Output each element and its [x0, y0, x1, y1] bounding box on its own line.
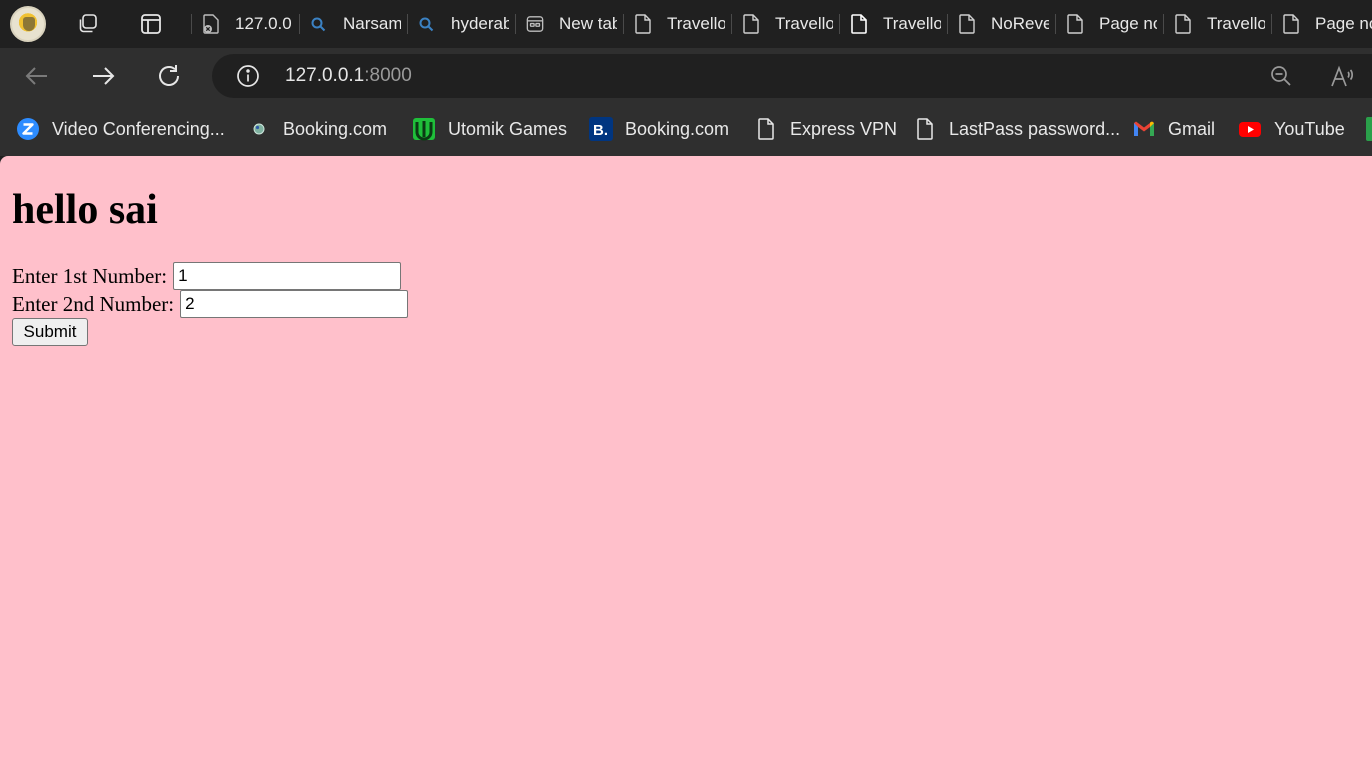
- bookmark-youtube[interactable]: YouTube: [1238, 116, 1345, 142]
- tab-page-not-found-2[interactable]: Page not found: [1271, 6, 1372, 42]
- bookmark-overflow[interactable]: [1366, 116, 1372, 142]
- bookmark-utomik-games[interactable]: Utomik Games: [412, 116, 567, 142]
- submit-button[interactable]: Submit: [12, 318, 88, 346]
- first-number-row: Enter 1st Number:: [12, 262, 402, 290]
- bookmark-gmail[interactable]: Gmail: [1132, 116, 1215, 142]
- refresh-button[interactable]: [155, 62, 183, 90]
- youtube-logo-icon: [1238, 117, 1262, 141]
- gmail-logo-icon: [1132, 117, 1156, 141]
- arrow-right-icon: [93, 67, 115, 85]
- svg-text:B.: B.: [593, 122, 608, 139]
- page-icon: [633, 14, 653, 34]
- tab-label: Travello: [775, 14, 833, 33]
- new-tab-icon: [525, 14, 545, 34]
- bookmark-video-conferencing[interactable]: Video Conferencing...: [16, 116, 225, 142]
- bookmark-label: Express VPN: [790, 118, 898, 139]
- page-icon: [913, 117, 937, 141]
- url-text[interactable]: 127.0.0.1:8000: [285, 65, 412, 87]
- tab-label: Page not found: [1099, 14, 1157, 33]
- refresh-icon: [159, 65, 179, 86]
- address-bar[interactable]: 127.0.0.1:8000: [212, 54, 1372, 98]
- bookmark-label: YouTube: [1274, 118, 1345, 139]
- tab-narsampet[interactable]: Narsampet: [299, 6, 407, 42]
- bookmarks-bar: Video Conferencing... Booking.com Utomik…: [0, 104, 1372, 156]
- page-icon: [754, 117, 778, 141]
- url-port: :8000: [364, 65, 412, 86]
- page-icon: [1173, 14, 1193, 34]
- tab-label: New tab: [559, 14, 617, 33]
- page-heading: hello sai: [12, 187, 158, 233]
- tab-label: Page not found: [1315, 14, 1372, 33]
- page-icon: [741, 14, 761, 34]
- bookmark-label: Gmail: [1168, 118, 1216, 139]
- search-icon: [417, 14, 437, 34]
- first-number-input[interactable]: [173, 262, 402, 290]
- bookmark-booking-2[interactable]: B. Booking.com: [589, 116, 729, 142]
- page-icon: [849, 14, 869, 34]
- bookmark-express-vpn[interactable]: Express VPN: [754, 116, 897, 142]
- bookmark-partial-icon: [1366, 117, 1372, 141]
- forward-button[interactable]: [89, 62, 117, 90]
- bookmark-label: Utomik Games: [448, 118, 568, 139]
- profile-avatar[interactable]: [10, 6, 46, 42]
- tab-label: 127.0.0.1:8000: [235, 14, 293, 33]
- zoom-logo-icon: [16, 117, 40, 141]
- tab-label: Travello: [1207, 14, 1265, 33]
- page-icon: [1281, 14, 1301, 34]
- tab-localhost[interactable]: 127.0.0.1:8000: [191, 6, 299, 42]
- globe-icon: [247, 117, 271, 141]
- tab-travello-3[interactable]: Travello: [839, 6, 947, 42]
- tab-actions-icon[interactable]: [139, 12, 163, 36]
- page-viewport: hello sai Enter 1st Number: Enter 2nd Nu…: [0, 156, 1372, 757]
- tab-travello-2[interactable]: Travello: [731, 6, 839, 42]
- tab-hyderabad[interactable]: hyderabad: [407, 6, 515, 42]
- tab-page-not-found-1[interactable]: Page not found: [1055, 6, 1163, 42]
- url-host: 127.0.0.1: [285, 65, 365, 86]
- second-number-row: Enter 2nd Number:: [12, 290, 409, 318]
- workspaces-icon[interactable]: [76, 12, 100, 36]
- tab-travello-4[interactable]: Travello: [1163, 6, 1271, 42]
- tab-new-tab[interactable]: New tab: [515, 6, 623, 42]
- bookmark-booking-1[interactable]: Booking.com: [247, 116, 387, 142]
- bookmark-label: Booking.com: [283, 118, 388, 139]
- read-aloud-icon[interactable]: [1329, 64, 1355, 90]
- bookmark-label: LastPass password...: [949, 118, 1121, 139]
- info-icon[interactable]: [236, 64, 260, 88]
- bookmark-label: Video Conferencing...: [52, 118, 225, 139]
- page-icon: [1065, 14, 1085, 34]
- tab-label: NoReverseMatch: [991, 14, 1049, 33]
- utomik-logo-icon: [412, 117, 436, 141]
- browser-toolbar: 127.0.0.1:8000: [0, 48, 1372, 104]
- tab-label: Narsampet: [343, 14, 401, 33]
- booking-logo-icon: B.: [589, 117, 613, 141]
- zoom-out-icon[interactable]: [1269, 64, 1293, 88]
- page-icon: [957, 14, 977, 34]
- bookmark-label: Booking.com: [625, 118, 730, 139]
- tab-label: hyderabad: [451, 14, 509, 33]
- tab-noreversematch[interactable]: NoReverseMatch: [947, 6, 1055, 42]
- broken-page-icon: [201, 14, 221, 34]
- arrow-left-icon: [25, 67, 47, 85]
- tab-strip: 127.0.0.1:8000 Narsampet hyderabad New t…: [0, 0, 1372, 48]
- bookmark-lastpass[interactable]: LastPass password...: [913, 116, 1120, 142]
- search-icon: [309, 14, 329, 34]
- first-number-label: Enter 1st Number:: [12, 263, 168, 288]
- back-button[interactable]: [23, 62, 51, 90]
- tab-label: Travello: [883, 14, 941, 33]
- tab-travello-1[interactable]: Travello: [623, 6, 731, 42]
- tab-label: Travello: [667, 14, 725, 33]
- second-number-label: Enter 2nd Number:: [12, 291, 175, 316]
- second-number-input[interactable]: [180, 290, 409, 318]
